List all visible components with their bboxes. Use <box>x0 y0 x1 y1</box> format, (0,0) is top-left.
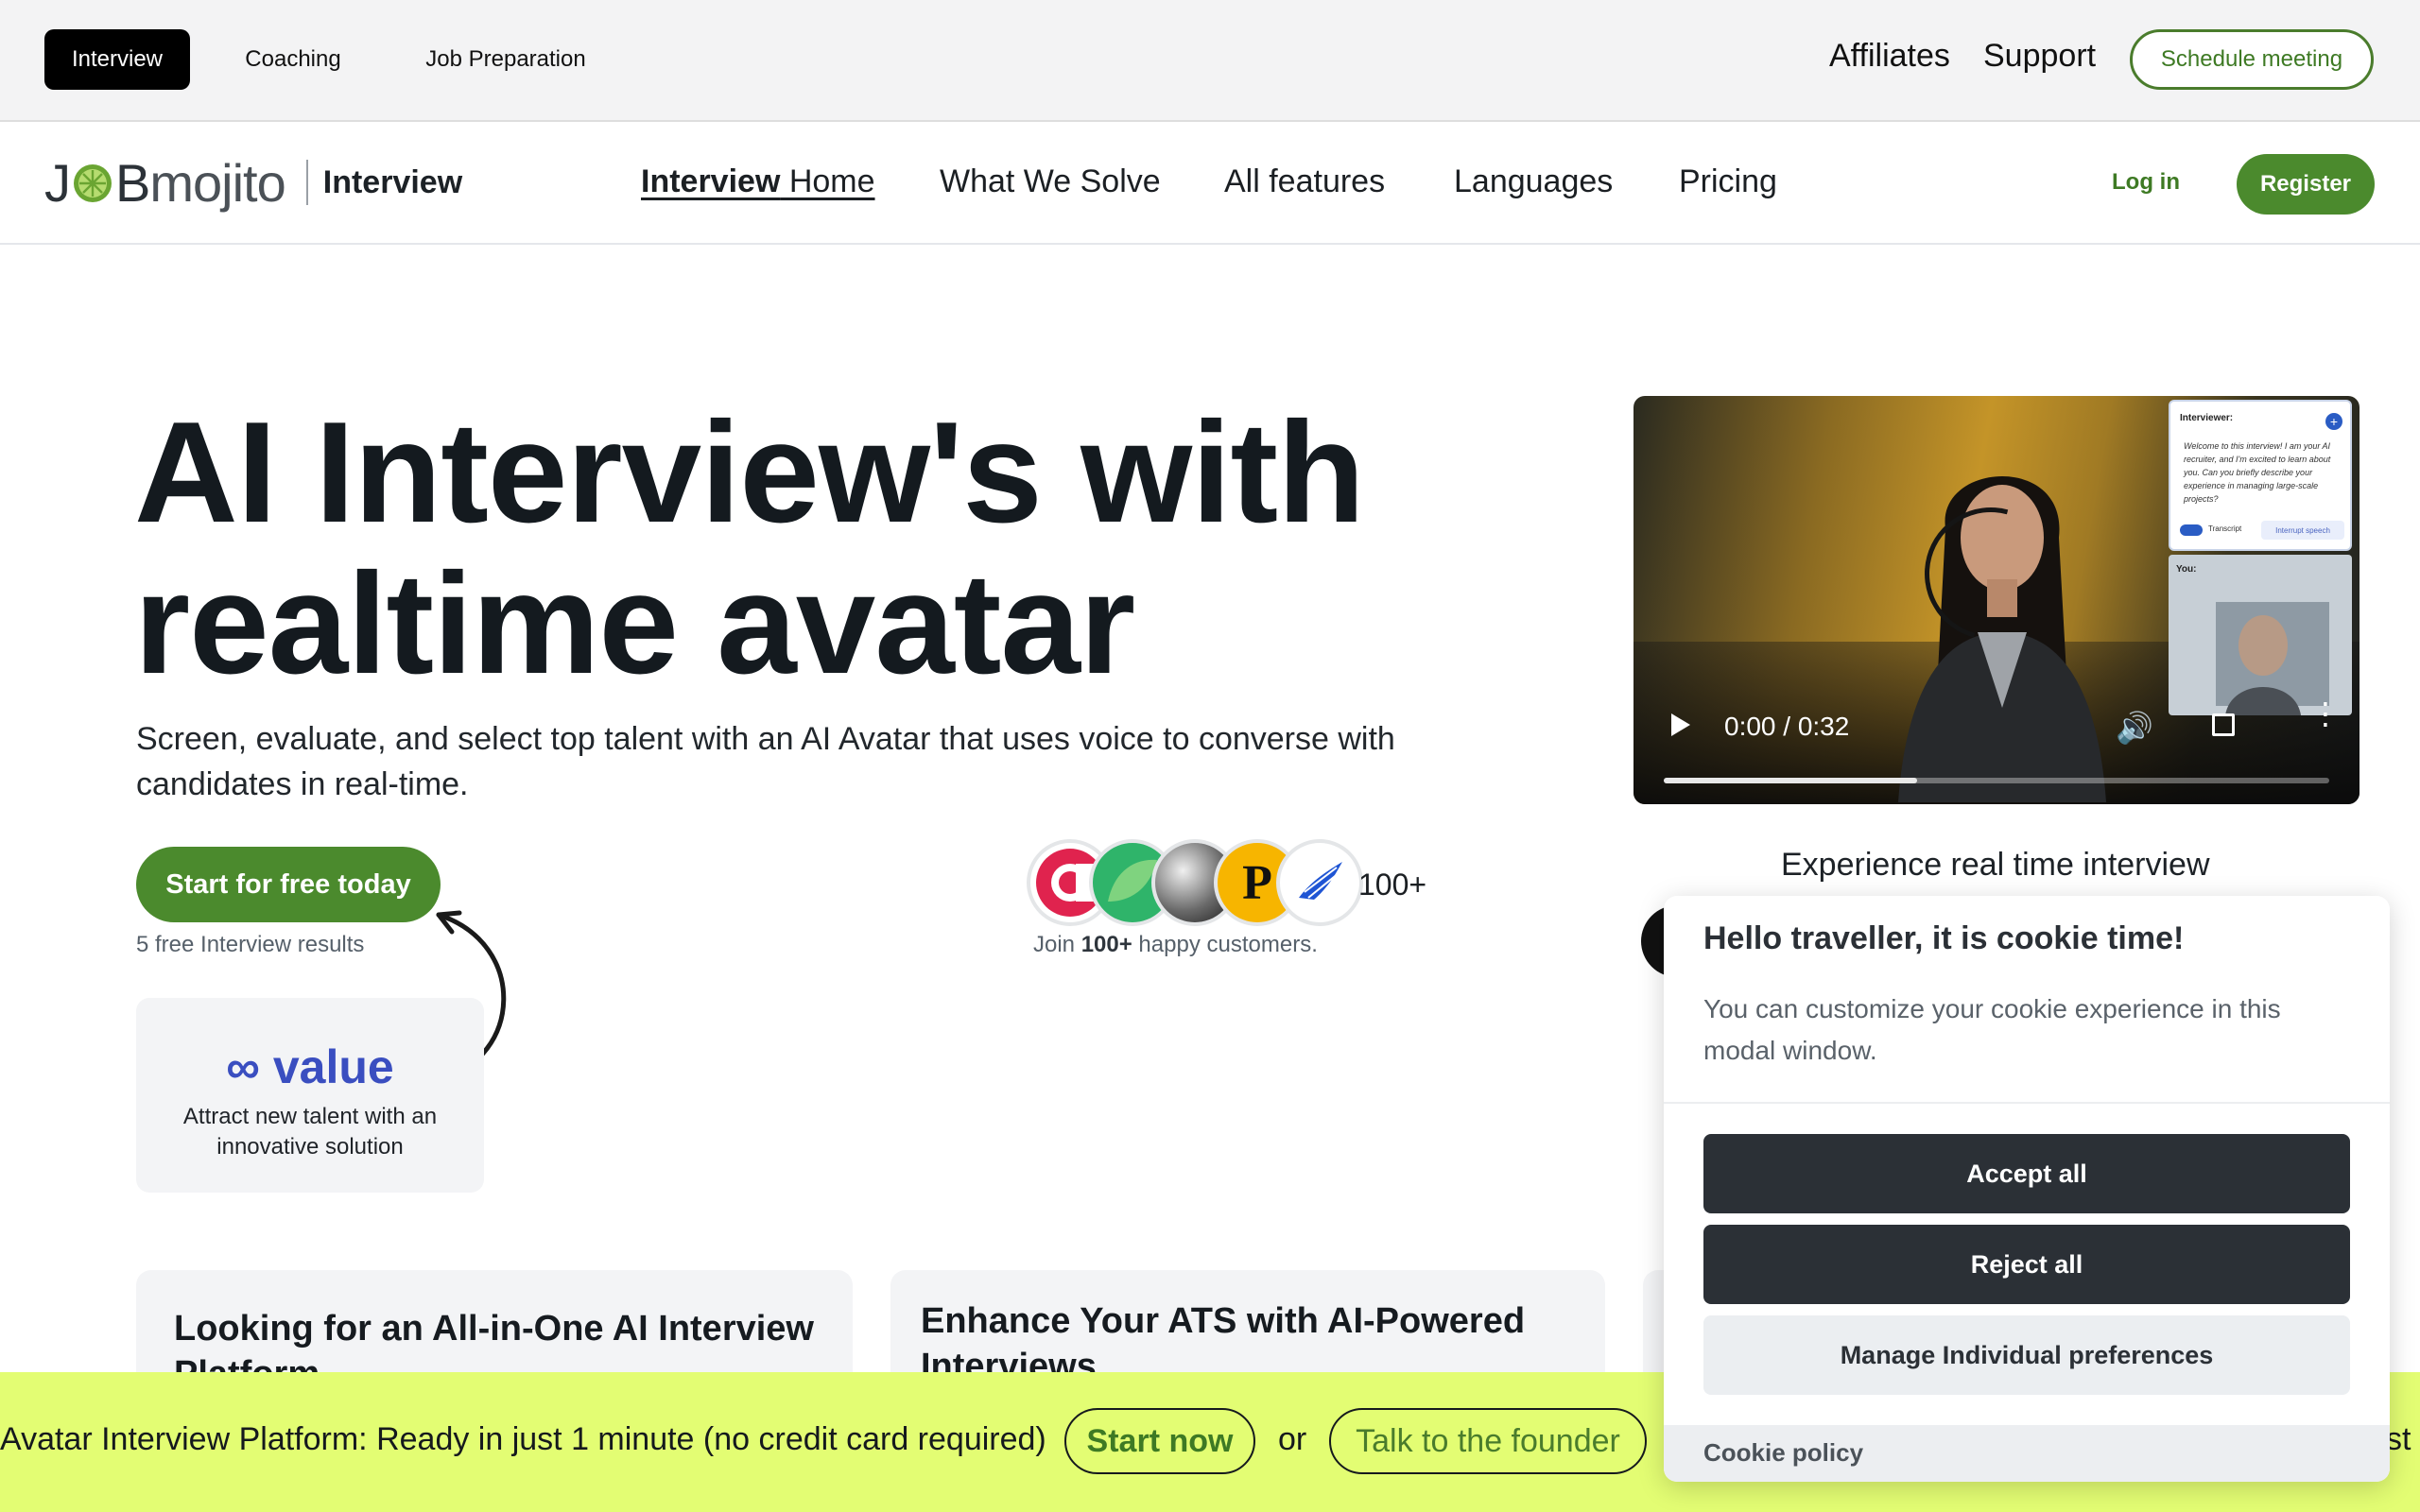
top-utility-bar: Interview Coaching Job Preparation Affil… <box>0 0 2420 122</box>
jobmojito-logo[interactable]: J Bmojito Interview <box>44 145 462 220</box>
logo-divider <box>305 160 308 205</box>
nav-what-we-solve[interactable]: What We Solve <box>940 163 1161 200</box>
logo-letter-b: B <box>115 152 150 213</box>
video-progress-track[interactable] <box>1664 778 2329 783</box>
video-time: 0:00 / 0:32 <box>1724 712 1850 741</box>
affiliates-link[interactable]: Affiliates <box>1829 38 1950 75</box>
demo-video-player[interactable]: Interviewer: + Welcome to this interview… <box>1634 396 2360 804</box>
interviewer-message: Welcome to this interview! I am your AI … <box>2184 441 2331 504</box>
tab-coaching[interactable]: Coaching <box>221 29 365 90</box>
nav-interview-home[interactable]: Interview Home <box>641 163 875 200</box>
banner-or-text: or <box>1278 1421 1307 1457</box>
fullscreen-icon[interactable] <box>2212 713 2235 736</box>
transcript-toggle[interactable] <box>2180 524 2203 536</box>
register-button[interactable]: Register <box>2237 154 2375 215</box>
you-label: You: <box>2176 564 2197 575</box>
nav-languages[interactable]: Languages <box>1454 163 1613 200</box>
cookie-description: You can customize your cookie experience… <box>1703 994 2281 1065</box>
logo-product-label: Interview <box>322 163 463 200</box>
customers-note-count: 100+ <box>1080 932 1132 957</box>
nav-all-features[interactable]: All features <box>1224 163 1385 200</box>
talk-to-founder-button[interactable]: Talk to the founder <box>1329 1408 1647 1474</box>
tab-interview[interactable]: Interview <box>44 29 190 90</box>
nav-home-rest: Home <box>780 163 875 199</box>
hero-title-line-1: AI Interview's with <box>134 392 1365 553</box>
interrupt-speech-button[interactable]: Interrupt speech <box>2261 521 2344 540</box>
customers-note: Join 100+ happy customers. <box>1033 932 1318 958</box>
value-word: value <box>272 1040 394 1093</box>
cookie-title: Hello traveller, it is cookie time! <box>1703 920 2185 956</box>
interviewer-transcript-panel: Interviewer: + Welcome to this interview… <box>2169 400 2352 551</box>
customer-logo-bird-icon <box>1276 839 1363 926</box>
cookie-footer: Cookie policy <box>1664 1425 2390 1482</box>
more-options-icon[interactable]: ⋮ <box>2310 698 2341 729</box>
infinity-icon: ∞ <box>226 1040 260 1093</box>
lime-icon <box>74 163 112 202</box>
interviewer-label: Interviewer: <box>2180 413 2234 423</box>
value-card: ∞ value Attract new talent with an innov… <box>136 998 484 1193</box>
accept-all-button[interactable]: Accept all <box>1703 1134 2350 1213</box>
promo-banner-text: Avatar Interview Platform: Ready in just… <box>0 1421 1046 1457</box>
hero-subtitle: Screen, evaluate, and select top talent … <box>136 721 1395 802</box>
support-link[interactable]: Support <box>1983 38 2096 75</box>
reject-all-button[interactable]: Reject all <box>1703 1225 2350 1304</box>
customer-logo-p-letter: P <box>1242 855 1272 910</box>
tab-job-preparation[interactable]: Job Preparation <box>406 29 605 90</box>
customers-note-suffix: happy customers. <box>1132 932 1318 957</box>
customers-note-prefix: Join <box>1033 932 1081 957</box>
transcript-label: Transcript <box>2208 524 2242 533</box>
start-now-button[interactable]: Start now <box>1064 1408 1255 1474</box>
cookie-policy-link[interactable]: Cookie policy <box>1703 1438 1863 1468</box>
main-navigation: J Bmojito Interview Interview Home What … <box>0 122 2420 245</box>
start-free-button[interactable]: Start for free today <box>136 847 441 922</box>
play-icon[interactable] <box>1671 713 1690 736</box>
customer-count: 100+ <box>1358 868 1427 902</box>
customer-avatars: P <box>1027 839 1367 930</box>
cookie-divider <box>1664 1102 2390 1104</box>
manage-preferences-button[interactable]: Manage Individual preferences <box>1703 1315 2350 1395</box>
video-progress-fill <box>1664 778 1917 783</box>
cookie-consent-modal: Hello traveller, it is cookie time! You … <box>1664 896 2390 1482</box>
video-controls: 0:00 / 0:32 🔊 ⋮ <box>1634 679 2360 804</box>
nav-pricing[interactable]: Pricing <box>1679 163 1777 200</box>
value-title: ∞ value <box>136 1040 484 1094</box>
logo-wordmark: J Bmojito <box>44 152 286 214</box>
hero-title: AI Interview's with realtime avatar <box>134 397 1571 699</box>
logo-mojito: mojito <box>149 152 285 213</box>
volume-icon[interactable]: 🔊 <box>2116 710 2153 746</box>
hero-title-line-2: realtime avatar <box>134 543 1135 704</box>
schedule-meeting-button[interactable]: Schedule meeting <box>2130 29 2374 90</box>
login-link[interactable]: Log in <box>2112 169 2180 196</box>
free-results-note: 5 free Interview results <box>136 932 365 957</box>
value-description: Attract new talent with an innovative so… <box>182 1104 438 1160</box>
nav-home-bold: Interview <box>641 163 781 199</box>
plus-icon[interactable]: + <box>2325 413 2342 430</box>
video-caption: Experience real time interview <box>1781 847 2210 883</box>
logo-letter-j: J <box>44 152 71 213</box>
